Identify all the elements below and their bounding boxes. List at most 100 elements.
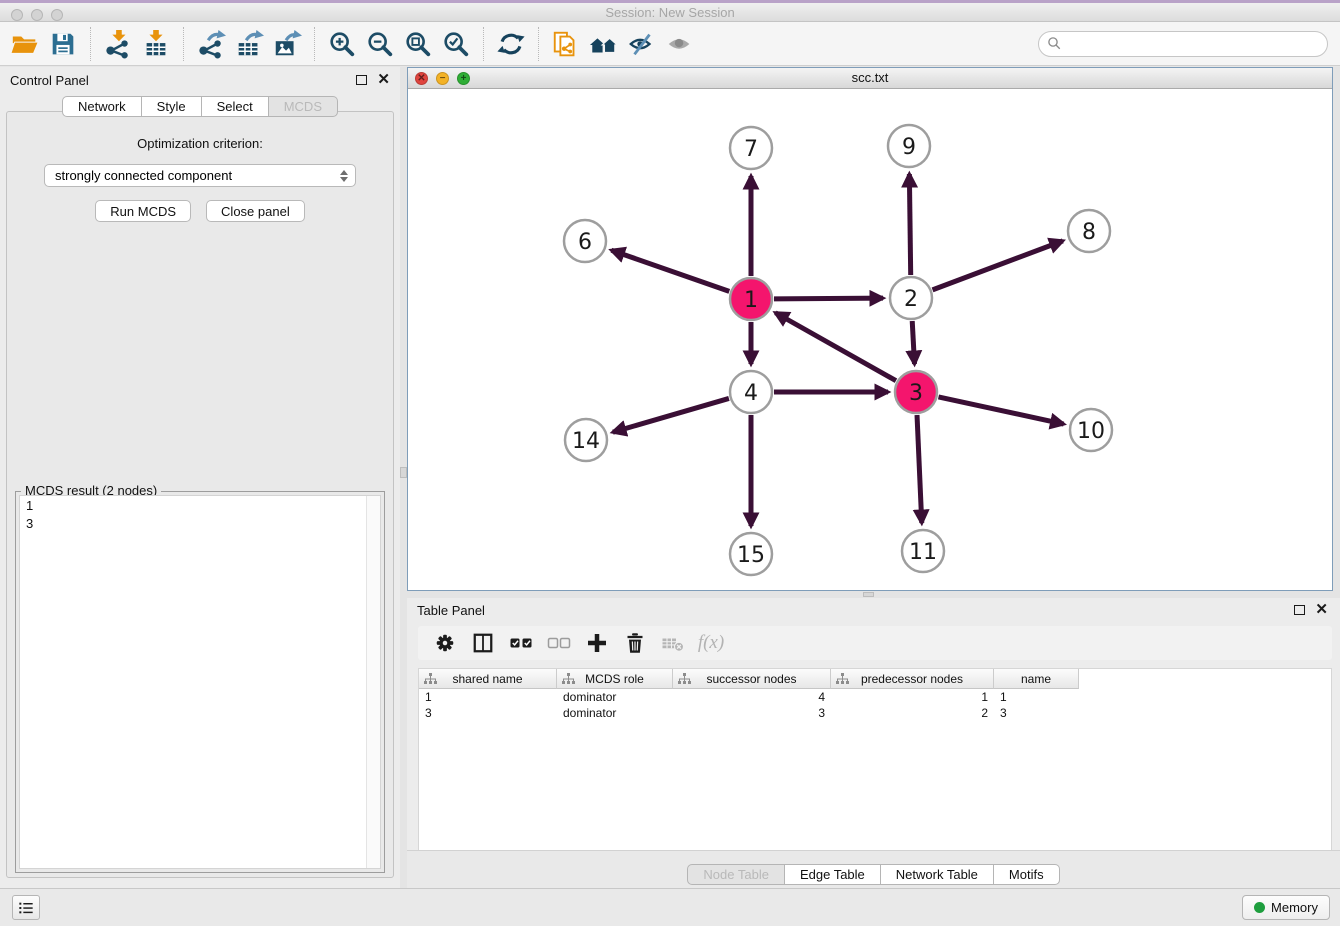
import-network-button[interactable] <box>99 25 137 63</box>
tab-node-table[interactable]: Node Table <box>687 864 785 885</box>
tab-style[interactable]: Style <box>142 96 202 117</box>
graph-node-14[interactable]: 14 <box>565 419 607 461</box>
graph-edge-3-1[interactable] <box>775 313 896 381</box>
graph-edge-1-2[interactable] <box>774 298 883 299</box>
table-row[interactable]: 1dominator411 <box>419 689 1331 705</box>
search-field[interactable] <box>1038 31 1328 57</box>
column-header-label: successor nodes <box>706 672 796 686</box>
import-table-icon <box>141 29 171 59</box>
graph-edge-2-9[interactable] <box>909 174 910 275</box>
open-session-button[interactable] <box>6 25 44 63</box>
tab-motifs[interactable]: Motifs <box>994 864 1060 885</box>
splitter-grip[interactable] <box>863 592 874 597</box>
window-controls[interactable] <box>11 9 63 21</box>
add-column-button[interactable] <box>582 628 612 658</box>
open-folder-icon <box>10 29 40 59</box>
close-window-icon[interactable] <box>11 9 23 21</box>
network-window-controls[interactable]: ✕ − + <box>415 72 470 85</box>
network-canvas[interactable]: 7 9 6 8 1 2 4 3 14 10 15 11 <box>408 90 1332 590</box>
tab-edge-table[interactable]: Edge Table <box>785 864 881 885</box>
graph-node-11[interactable]: 11 <box>902 530 944 572</box>
graph-edge-3-11[interactable] <box>917 415 922 523</box>
close-panel-icon[interactable]: ✕ <box>1315 605 1328 615</box>
graph-node-label: 2 <box>904 287 918 312</box>
graph-edge-2-3[interactable] <box>912 321 914 364</box>
save-session-button[interactable] <box>44 25 82 63</box>
select-all-button[interactable] <box>506 628 536 658</box>
tab-select[interactable]: Select <box>202 96 269 117</box>
zoom-in-icon <box>327 29 357 59</box>
graph-node-6[interactable]: 6 <box>564 220 606 262</box>
tab-network[interactable]: Network <box>62 96 142 117</box>
deselect-all-button[interactable] <box>544 628 574 658</box>
memory-button[interactable]: Memory <box>1242 895 1330 920</box>
export-image-button[interactable] <box>268 25 306 63</box>
vertical-splitter[interactable] <box>400 67 407 888</box>
home-button[interactable] <box>585 25 623 63</box>
task-history-button[interactable] <box>12 895 40 920</box>
close-frame-icon[interactable]: ✕ <box>415 72 428 85</box>
column-header-shared-name[interactable]: shared name <box>419 669 557 689</box>
show-all-button[interactable] <box>661 25 699 63</box>
zoom-window-icon[interactable] <box>51 9 63 21</box>
toolbar-separator <box>90 27 91 61</box>
tab-network-table[interactable]: Network Table <box>881 864 994 885</box>
column-header-MCDS-role[interactable]: MCDS role <box>557 669 673 689</box>
result-scrollbar[interactable] <box>366 496 380 868</box>
graph-node-3[interactable]: 3 <box>895 371 937 413</box>
minimize-window-icon[interactable] <box>31 9 43 21</box>
clear-table-button[interactable] <box>658 628 688 658</box>
zoom-in-button[interactable] <box>323 25 361 63</box>
add-icon <box>585 631 609 655</box>
column-header-name[interactable]: name <box>994 669 1079 689</box>
export-table-button[interactable] <box>230 25 268 63</box>
function-builder-button[interactable]: f(x) <box>696 628 726 658</box>
run-mcds-button[interactable]: Run MCDS <box>95 200 191 222</box>
float-panel-icon[interactable] <box>356 75 367 85</box>
graph-node-1[interactable]: 1 <box>730 278 772 320</box>
export-network-button[interactable] <box>192 25 230 63</box>
graph-edge-1-6[interactable] <box>611 250 729 291</box>
show-column-panel-button[interactable] <box>468 628 498 658</box>
graph-node-7[interactable]: 7 <box>730 127 772 169</box>
horizontal-splitter[interactable] <box>407 591 1340 598</box>
apply-layout-button[interactable] <box>492 25 530 63</box>
close-panel-button[interactable]: Close panel <box>206 200 305 222</box>
node-table[interactable]: shared nameMCDS role successor nodes prede… <box>418 668 1332 851</box>
graph-node-4[interactable]: 4 <box>730 371 772 413</box>
zoom-selected-button[interactable] <box>437 25 475 63</box>
tab-mcds[interactable]: MCDS <box>269 96 338 117</box>
graph-edge-2-8[interactable] <box>933 241 1063 290</box>
graph-node-10[interactable]: 10 <box>1070 409 1112 451</box>
graph-node-15[interactable]: 15 <box>730 533 772 575</box>
network-overview-button[interactable] <box>547 25 585 63</box>
graph-edge-4-14[interactable] <box>613 398 729 432</box>
splitter-grip[interactable] <box>400 467 407 478</box>
maximize-frame-icon[interactable]: + <box>457 72 470 85</box>
network-window-titlebar[interactable]: ✕ − + scc.txt <box>408 68 1332 89</box>
window-titlebar: Session: New Session <box>0 0 1340 22</box>
graph-node-2[interactable]: 2 <box>890 277 932 319</box>
criterion-dropdown[interactable]: strongly connected component <box>44 164 356 187</box>
network-graph[interactable]: 7 9 6 8 1 2 4 3 14 10 15 11 <box>408 90 1332 591</box>
delete-icon <box>623 631 647 655</box>
graph-node-8[interactable]: 8 <box>1068 210 1110 252</box>
zoom-fit-button[interactable] <box>399 25 437 63</box>
table-row[interactable]: 3dominator323 <box>419 705 1331 721</box>
table-cell: 3 <box>673 705 831 721</box>
import-table-button[interactable] <box>137 25 175 63</box>
graph-edge-3-10[interactable] <box>938 397 1063 424</box>
mcds-result-list[interactable]: 13 <box>19 495 381 869</box>
table-settings-button[interactable] <box>430 628 460 658</box>
hide-selected-button[interactable] <box>623 25 661 63</box>
float-panel-icon[interactable] <box>1294 605 1305 615</box>
delete-column-button[interactable] <box>620 628 650 658</box>
minimize-frame-icon[interactable]: − <box>436 72 449 85</box>
close-panel-icon[interactable]: ✕ <box>377 75 390 85</box>
zoom-selected-icon <box>441 29 471 59</box>
search-input[interactable] <box>1067 36 1317 51</box>
graph-node-9[interactable]: 9 <box>888 125 930 167</box>
column-header-predecessor-nodes[interactable]: predecessor nodes <box>831 669 994 689</box>
zoom-out-button[interactable] <box>361 25 399 63</box>
column-header-successor-nodes[interactable]: successor nodes <box>673 669 831 689</box>
